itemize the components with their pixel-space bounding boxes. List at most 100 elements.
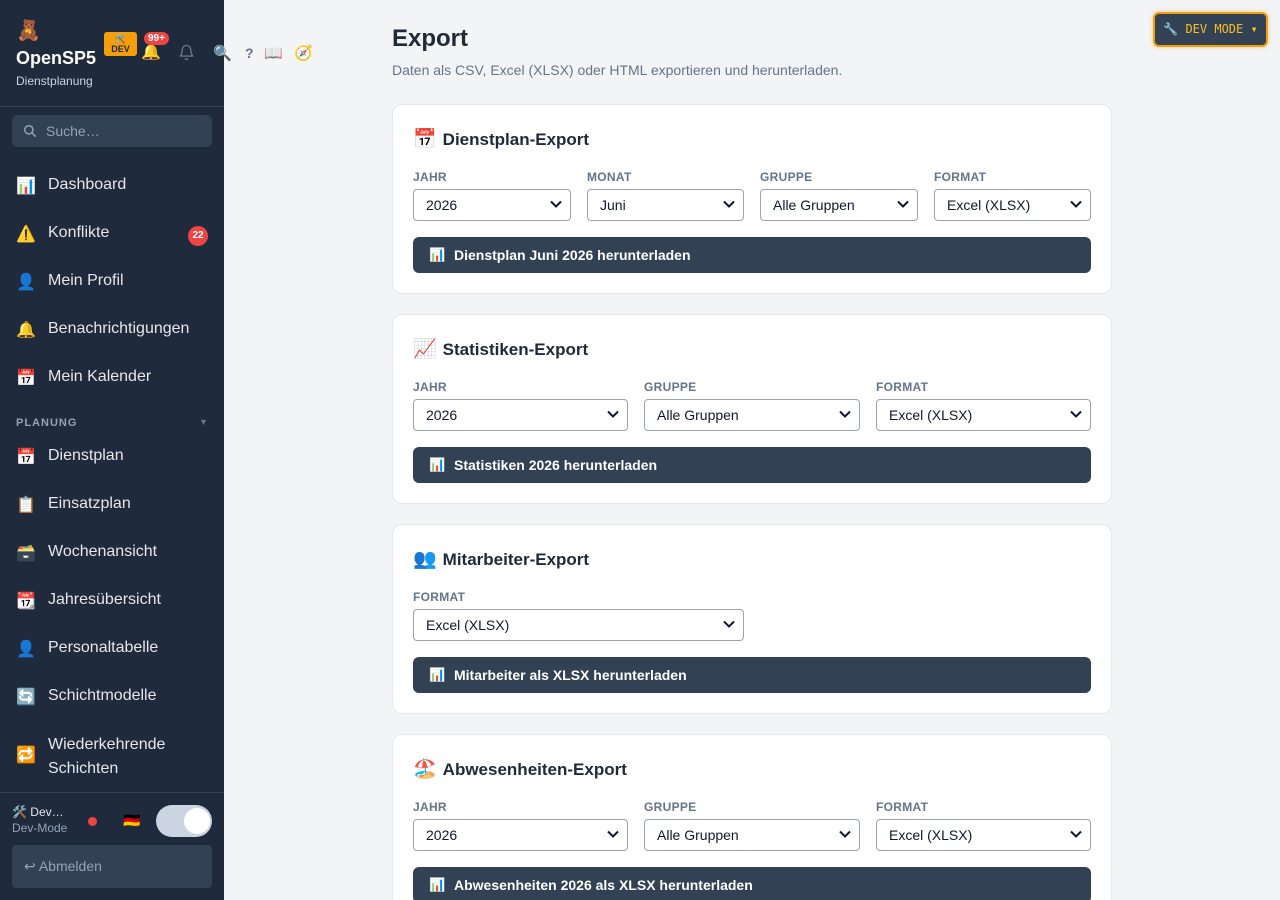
select-format[interactable]: Excel (XLSX) bbox=[876, 399, 1091, 431]
sidebar-item-label: Mein Profil bbox=[48, 272, 124, 289]
calendar-icon: 📅 bbox=[16, 449, 36, 466]
book-icon[interactable]: 📖 bbox=[264, 44, 283, 62]
sidebar-item-jahresuebersicht[interactable]: 📆 Jahresübersicht bbox=[0, 579, 224, 623]
beach-umbrella-icon: 🏖️ bbox=[413, 759, 437, 780]
select-format[interactable]: Excel (XLSX) bbox=[934, 189, 1091, 221]
download-statistiken-button[interactable]: 📊 Statistiken 2026 herunterladen bbox=[413, 447, 1091, 483]
dev-badge-label: DEV bbox=[111, 44, 130, 54]
sidebar-item-mein-kalender[interactable]: 📅 Mein Kalender bbox=[0, 356, 224, 400]
sidebar-item-label: Dashboard bbox=[48, 176, 127, 193]
sidebar-item-wiederkehrende-schichten[interactable]: 🔁 Wiederkehrende Schichten bbox=[0, 733, 180, 793]
card-dienstplan-export: 📅 Dienstplan-Export JAHR 2026 MONAT Juni … bbox=[392, 104, 1112, 294]
section-collapse-icon[interactable]: ▼ bbox=[199, 417, 208, 427]
sidebar-item-wochenansicht[interactable]: 🗃️ Wochenansicht bbox=[0, 531, 224, 575]
select-gruppe[interactable]: Alle Gruppen bbox=[644, 819, 860, 851]
conflict-count-badge: 22 bbox=[188, 226, 208, 246]
wrench-icon: 🛠️ bbox=[114, 34, 127, 44]
select-value: 2026 bbox=[426, 197, 458, 213]
clipboard-icon: 📋 bbox=[16, 497, 36, 514]
select-value: Excel (XLSX) bbox=[947, 197, 1031, 213]
select-value: Juni bbox=[600, 197, 626, 213]
sidebar-item-personaltabelle[interactable]: 👤 Personaltabelle bbox=[0, 627, 224, 671]
bar-chart-icon: 📊 bbox=[429, 457, 446, 472]
sidebar-item-label: Dienstplan bbox=[48, 447, 124, 464]
chevron-down-icon bbox=[1070, 410, 1082, 418]
page-title: Export bbox=[392, 25, 469, 52]
compass-icon[interactable]: 🧭 bbox=[294, 44, 313, 62]
card-title: 👥 Mitarbeiter-Export bbox=[413, 547, 589, 571]
user-role: Dev-Mode bbox=[12, 821, 68, 835]
user-icon: 👤 bbox=[16, 274, 36, 291]
field-label-format: FORMAT bbox=[876, 380, 929, 394]
notification-count-badge: 99+ bbox=[144, 32, 169, 45]
help-icon[interactable]: ? bbox=[245, 45, 254, 61]
chevron-down-icon bbox=[607, 410, 619, 418]
sidebar-item-schichtmodelle[interactable]: 🔄 Schichtmodelle bbox=[0, 675, 224, 719]
bell-icon: 🔔 bbox=[16, 322, 36, 339]
select-gruppe[interactable]: Alle Gruppen bbox=[760, 189, 918, 221]
search-icon[interactable]: 🔍 bbox=[213, 44, 232, 62]
logout-button[interactable]: ↩ Abmelden bbox=[12, 845, 212, 888]
cycle-arrows-icon: 🔄 bbox=[16, 689, 36, 706]
chevron-down-icon bbox=[723, 620, 735, 628]
sidebar-item-mein-profil[interactable]: 👤 Mein Profil bbox=[0, 260, 224, 304]
select-jahr[interactable]: 2026 bbox=[413, 819, 628, 851]
select-format[interactable]: Excel (XLSX) bbox=[413, 609, 744, 641]
sidebar-item-label: Benachrichtigungen bbox=[48, 320, 190, 337]
chevron-down-icon bbox=[1070, 830, 1082, 838]
sidebar-item-label: Wochenansicht bbox=[48, 543, 158, 560]
select-value: 2026 bbox=[426, 827, 458, 843]
card-title: 🏖️ Abwesenheiten-Export bbox=[413, 757, 627, 781]
sidebar-header: 🧸 OpenSP5 Dienstplanung 🛠️ DEV 🔔 99+ bbox=[0, 0, 224, 107]
select-format[interactable]: Excel (XLSX) bbox=[876, 819, 1091, 851]
german-flag-icon[interactable]: 🇩🇪 bbox=[123, 812, 140, 829]
chart-increasing-icon: 📈 bbox=[413, 339, 437, 360]
dev-mode-button[interactable]: 🔧 DEV MODE ▾ bbox=[1153, 12, 1268, 47]
sidebar: 🧸 OpenSP5 Dienstplanung 🛠️ DEV 🔔 99+ Suc… bbox=[0, 0, 224, 900]
page-subtitle: Daten als CSV, Excel (XLSX) oder HTML ex… bbox=[392, 62, 843, 78]
sidebar-item-einsatzplan[interactable]: 📋 Einsatzplan bbox=[0, 483, 224, 527]
field-label-monat: MONAT bbox=[587, 170, 632, 184]
button-label: Abwesenheiten 2026 als XLSX herunterlade… bbox=[454, 877, 753, 893]
people-icon: 👥 bbox=[413, 549, 437, 570]
field-label-gruppe: GRUPPE bbox=[644, 800, 697, 814]
card-file-box-icon: 🗃️ bbox=[16, 545, 36, 562]
bell-outline-icon[interactable] bbox=[178, 44, 195, 61]
download-abwesenheiten-button[interactable]: 📊 Abwesenheiten 2026 als XLSX herunterla… bbox=[413, 867, 1091, 900]
dev-badge: 🛠️ DEV bbox=[104, 32, 137, 56]
field-label-jahr: JAHR bbox=[413, 380, 447, 394]
search-input[interactable]: Suche… bbox=[46, 123, 100, 139]
sidebar-item-benachrichtigungen[interactable]: 🔔 Benachrichtigungen bbox=[0, 308, 224, 352]
chevron-down-icon bbox=[1070, 200, 1082, 208]
sidebar-item-konflikte[interactable]: ⚠️ Konflikte 22 bbox=[0, 212, 224, 256]
download-mitarbeiter-button[interactable]: 📊 Mitarbeiter als XLSX herunterladen bbox=[413, 657, 1091, 693]
repeat-icon: 🔁 bbox=[16, 747, 36, 764]
warning-icon: ⚠️ bbox=[16, 226, 36, 243]
button-label: Dienstplan Juni 2026 herunterladen bbox=[454, 247, 691, 263]
status-dot bbox=[88, 817, 97, 826]
sidebar-item-dashboard[interactable]: 📊 Dashboard bbox=[0, 164, 224, 208]
sidebar-search[interactable]: Suche… bbox=[12, 115, 212, 147]
bar-chart-icon: 📊 bbox=[429, 247, 446, 262]
chevron-down-icon bbox=[607, 830, 619, 838]
download-dienstplan-button[interactable]: 📊 Dienstplan Juni 2026 herunterladen bbox=[413, 237, 1091, 273]
sidebar-item-label: Schichtmodelle bbox=[48, 687, 157, 704]
card-title-text: Statistiken-Export bbox=[442, 340, 589, 359]
sidebar-item-label: Konflikte bbox=[48, 224, 110, 241]
notification-bell-icon[interactable]: 🔔 bbox=[141, 42, 161, 62]
select-jahr[interactable]: 2026 bbox=[413, 189, 571, 221]
field-label-format: FORMAT bbox=[934, 170, 987, 184]
card-title: 📈 Statistiken-Export bbox=[413, 337, 588, 361]
sidebar-item-label: Mein Kalender bbox=[48, 368, 152, 385]
theme-toggle[interactable] bbox=[156, 805, 212, 837]
select-value: Alle Gruppen bbox=[657, 827, 739, 843]
logout-label: ↩ Abmelden bbox=[24, 858, 102, 874]
sidebar-item-label: Einsatzplan bbox=[48, 495, 131, 512]
user-name: 🛠️ Dev… bbox=[12, 805, 64, 819]
select-gruppe[interactable]: Alle Gruppen bbox=[644, 399, 860, 431]
field-label-format: FORMAT bbox=[876, 800, 929, 814]
select-value: Excel (XLSX) bbox=[426, 617, 510, 633]
select-jahr[interactable]: 2026 bbox=[413, 399, 628, 431]
sidebar-item-dienstplan[interactable]: 📅 Dienstplan bbox=[0, 435, 224, 479]
select-monat[interactable]: Juni bbox=[587, 189, 744, 221]
